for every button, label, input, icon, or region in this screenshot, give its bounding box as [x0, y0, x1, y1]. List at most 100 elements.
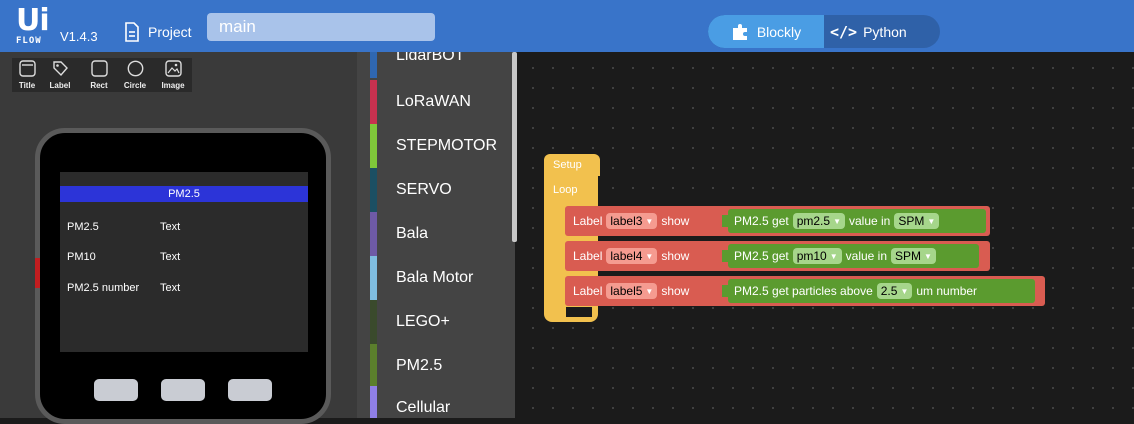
category-label: STEPMOTOR	[396, 137, 498, 154]
device-preview: PM2.5 PM2.5 Text PM10 Text PM2.5 number …	[35, 128, 331, 424]
image-icon	[164, 60, 182, 77]
category-color-bar	[370, 168, 377, 212]
ui-tools-bar: Title Label Rect Circle Image	[12, 58, 192, 92]
value-in-text: value in	[848, 214, 891, 228]
category-lidarbot[interactable]: LidarBOT	[357, 52, 512, 78]
unit-dropdown[interactable]: SPM ▼	[891, 248, 936, 264]
category-stepmotor[interactable]: STEPMOTOR	[357, 124, 512, 168]
label-show-block[interactable]: Label label3 ▼ show PM2.5 get pm2.5 ▼ valu…	[565, 206, 990, 236]
unit-dropdown[interactable]: SPM ▼	[894, 213, 940, 229]
python-mode-button[interactable]: </> Python	[824, 15, 940, 48]
loop-bottom-notch	[566, 307, 592, 317]
size-dropdown[interactable]: 2.5 ▼	[876, 283, 913, 299]
pm25-particles-block[interactable]: PM2.5 get particles above 2.5 ▼ um number	[722, 279, 1035, 303]
tool-image[interactable]: Image	[158, 58, 188, 90]
category-bala-motor[interactable]: Bala Motor	[357, 256, 512, 300]
label-show-block[interactable]: Label label4 ▼ show PM2.5 get pm10 ▼ value…	[565, 241, 990, 271]
category-label: LidarBOT	[396, 52, 465, 64]
tool-label-label: Label	[49, 81, 71, 90]
value-in-text: value in	[845, 249, 888, 263]
label-show-content: Label label5 ▼ show	[573, 276, 689, 306]
label-dropdown-value: label5	[610, 284, 643, 298]
dropdown-arrow-icon: ▼	[829, 251, 838, 261]
tool-rect[interactable]: Rect	[84, 58, 114, 90]
label-dropdown-value: label4	[610, 249, 643, 263]
tool-circle[interactable]: Circle	[120, 58, 150, 90]
pm25-particles-text: PM2.5 get particles above	[734, 284, 873, 298]
project-label: Project	[148, 24, 192, 40]
category-color-bar	[370, 300, 377, 344]
circle-icon	[127, 60, 143, 77]
device-button-b[interactable]	[161, 379, 205, 401]
dropdown-arrow-icon: ▼	[833, 216, 841, 226]
project-button[interactable]: Project	[122, 22, 192, 42]
pm25-get-block[interactable]: PM2.5 get pm10 ▼ value in SPM ▼	[722, 244, 979, 268]
um-number-text: um number	[916, 284, 978, 298]
category-label: SERVO	[396, 181, 452, 198]
label-show-block[interactable]: Label label5 ▼ show PM2.5 get particles a…	[565, 276, 1045, 306]
code-icon: </>	[830, 22, 858, 41]
label-dropdown[interactable]: label4 ▼	[606, 248, 658, 264]
pm25-get-text: PM2.5 get	[734, 214, 789, 228]
dropdown-arrow-icon: ▼	[645, 251, 654, 261]
label-prefix: Label	[573, 214, 603, 228]
category-color-bar	[370, 124, 377, 168]
title-icon	[18, 60, 36, 77]
version-label: V1.4.3	[60, 29, 98, 44]
category-cellular[interactable]: Cellular	[357, 386, 512, 418]
screen-label-pm25[interactable]: PM2.5	[67, 221, 99, 233]
device-button-a[interactable]	[94, 379, 138, 401]
category-label: PM2.5	[396, 357, 443, 374]
category-list: LidarBOT LoRaWAN STEPMOTOR SERVO Bala Ba…	[357, 52, 515, 418]
dropdown-arrow-icon: ▼	[645, 216, 654, 226]
unit-dropdown-value: SPM	[895, 249, 922, 263]
category-bala[interactable]: Bala	[357, 212, 512, 256]
label-show-content: Label label3 ▼ show	[573, 206, 689, 236]
device-side-marker	[35, 258, 40, 288]
label-prefix: Label	[573, 284, 603, 298]
screen-label-pm10[interactable]: PM10	[67, 251, 96, 263]
tool-image-label: Image	[161, 81, 185, 90]
dropdown-arrow-icon: ▼	[927, 216, 936, 226]
blockly-label: Blockly	[756, 23, 802, 40]
tool-title[interactable]: Title	[12, 58, 42, 90]
uiflow-logo: Ui FLOW	[16, 3, 56, 46]
screen-title-bar[interactable]: PM2.5	[60, 186, 308, 202]
tool-label[interactable]: Label	[45, 58, 75, 90]
value-connector	[722, 215, 728, 227]
label-icon	[52, 61, 68, 77]
tool-title-label: Title	[18, 81, 36, 90]
category-servo[interactable]: SERVO	[357, 168, 512, 212]
dropdown-arrow-icon: ▼	[924, 251, 932, 261]
category-lego-plus[interactable]: LEGO+	[357, 300, 512, 344]
category-color-bar	[370, 80, 377, 124]
category-color-bar	[370, 386, 377, 418]
param-dropdown-value: pm10	[796, 249, 827, 263]
label-dropdown[interactable]: label3 ▼	[606, 213, 658, 229]
ui-designer-panel: Title Label Rect Circle Image PM2.5 PM2.…	[0, 52, 357, 424]
category-label: Bala	[396, 225, 429, 242]
label-dropdown-value: label3	[610, 214, 643, 228]
rect-icon	[90, 60, 108, 77]
show-text: show	[661, 249, 690, 263]
setup-block[interactable]: Setup	[544, 154, 600, 176]
device-button-c[interactable]	[228, 379, 272, 401]
category-pm25[interactable]: PM2.5	[357, 344, 512, 388]
screen-label3-text[interactable]: Text	[160, 221, 180, 233]
param-dropdown[interactable]: pm10 ▼	[792, 248, 842, 264]
pm25-get-block[interactable]: PM2.5 get pm2.5 ▼ value in SPM ▼	[722, 209, 986, 233]
pm25-get-text: PM2.5 get	[734, 249, 789, 263]
param-dropdown-value: pm2.5	[796, 214, 831, 228]
param-dropdown[interactable]: pm2.5 ▼	[792, 213, 845, 229]
show-text: show	[661, 284, 690, 298]
tool-circle-label: Circle	[123, 81, 147, 90]
category-lorawan[interactable]: LoRaWAN	[357, 80, 512, 124]
screen-label4-text[interactable]: Text	[160, 251, 180, 263]
label-dropdown[interactable]: label5 ▼	[606, 283, 658, 299]
filename-input[interactable]	[207, 13, 435, 41]
category-label: LEGO+	[396, 313, 450, 330]
value-connector	[722, 250, 728, 262]
screen-label5-text[interactable]: Text	[160, 282, 180, 294]
screen-label-pm25-number[interactable]: PM2.5 number	[67, 282, 139, 294]
blockly-mode-button[interactable]: Blockly	[708, 15, 824, 48]
